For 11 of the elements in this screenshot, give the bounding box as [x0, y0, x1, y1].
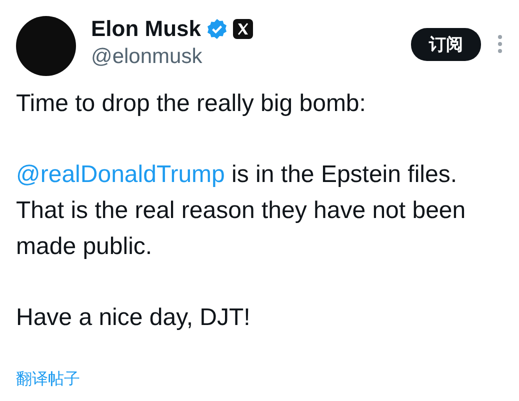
author-name: Elon Musk: [91, 16, 202, 42]
post-text: Have a nice day, DJT!: [16, 303, 252, 333]
subscribe-button[interactable]: 订阅: [411, 28, 481, 61]
x-logo-icon: [233, 19, 254, 39]
translate-link[interactable]: 翻译帖子: [16, 369, 80, 390]
mention-link[interactable]: @realDonaldTrump: [16, 161, 225, 188]
more-options-icon[interactable]: [497, 34, 503, 54]
post-text: @realDonaldTrump is in the Epstein files. That is the real reason they have not been made public.: [16, 160, 467, 262]
post-text: Time to drop the really big bomb:: [16, 89, 367, 119]
author-handle: @elonmusk: [91, 45, 204, 69]
avatar-icon[interactable]: [16, 16, 76, 76]
